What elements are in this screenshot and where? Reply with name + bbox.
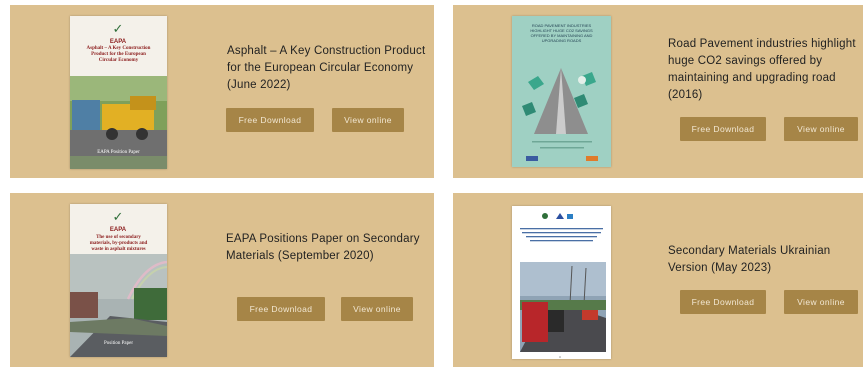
cover-image[interactable]: ROAD PAVEMENT INDUSTRIES HIGHLIGHT HUGE … xyxy=(512,16,611,167)
publication-title: Road Pavement industries highlight huge … xyxy=(668,38,856,101)
publication-card: ROAD PAVEMENT INDUSTRIES HIGHLIGHT HUGE … xyxy=(453,5,863,178)
publication-card: ✓ EAPA The use of secondary materials, b… xyxy=(10,193,434,367)
cover-image[interactable]: ✓ EAPA The use of secondary materials, b… xyxy=(70,204,167,357)
free-download-button[interactable]: Free Download xyxy=(226,108,314,132)
view-online-button[interactable]: View online xyxy=(784,290,858,314)
cover-logo: EAPA xyxy=(110,227,127,233)
view-online-button[interactable]: View online xyxy=(784,117,858,141)
publication-card: ✓ EAPA Asphalt – A Key Construction Prod… xyxy=(10,5,434,178)
cover-footer: Position Paper xyxy=(103,341,134,346)
publication-title: EAPA Positions Paper on Secondary Materi… xyxy=(226,233,420,262)
cover-heading: The use of secondary materials, by-produ… xyxy=(89,235,148,252)
publication-title: Asphalt – A Key Construction Product for… xyxy=(227,45,426,91)
cover-image[interactable] xyxy=(512,206,611,359)
free-download-button[interactable]: Free Download xyxy=(237,297,325,321)
cover-heading: ROAD PAVEMENT INDUSTRIES HIGHLIGHT HUGE … xyxy=(530,23,593,43)
cover-artwork: ✓ EAPA xyxy=(70,22,167,169)
free-download-button[interactable]: Free Download xyxy=(680,290,766,314)
cover-heading: Asphalt – A Key Construction Product for… xyxy=(86,46,151,63)
cover-footer: EAPA Position Paper xyxy=(97,150,140,155)
publication-card: Secondary Materials Ukrainian Version (M… xyxy=(453,193,863,367)
view-online-button[interactable]: View online xyxy=(341,297,413,321)
cover-logo: EAPA xyxy=(110,39,127,45)
cover-artwork xyxy=(520,213,606,358)
cover-image[interactable]: ✓ EAPA Asphalt – A Key Construction Prod… xyxy=(70,16,167,169)
svg-text:✓: ✓ xyxy=(113,22,124,37)
publication-title: Secondary Materials Ukrainian Version (M… xyxy=(668,245,831,274)
free-download-button[interactable]: Free Download xyxy=(680,117,766,141)
svg-text:✓: ✓ xyxy=(113,210,124,225)
view-online-button[interactable]: View online xyxy=(332,108,404,132)
cover-artwork: ✓ EAPA xyxy=(70,210,167,357)
